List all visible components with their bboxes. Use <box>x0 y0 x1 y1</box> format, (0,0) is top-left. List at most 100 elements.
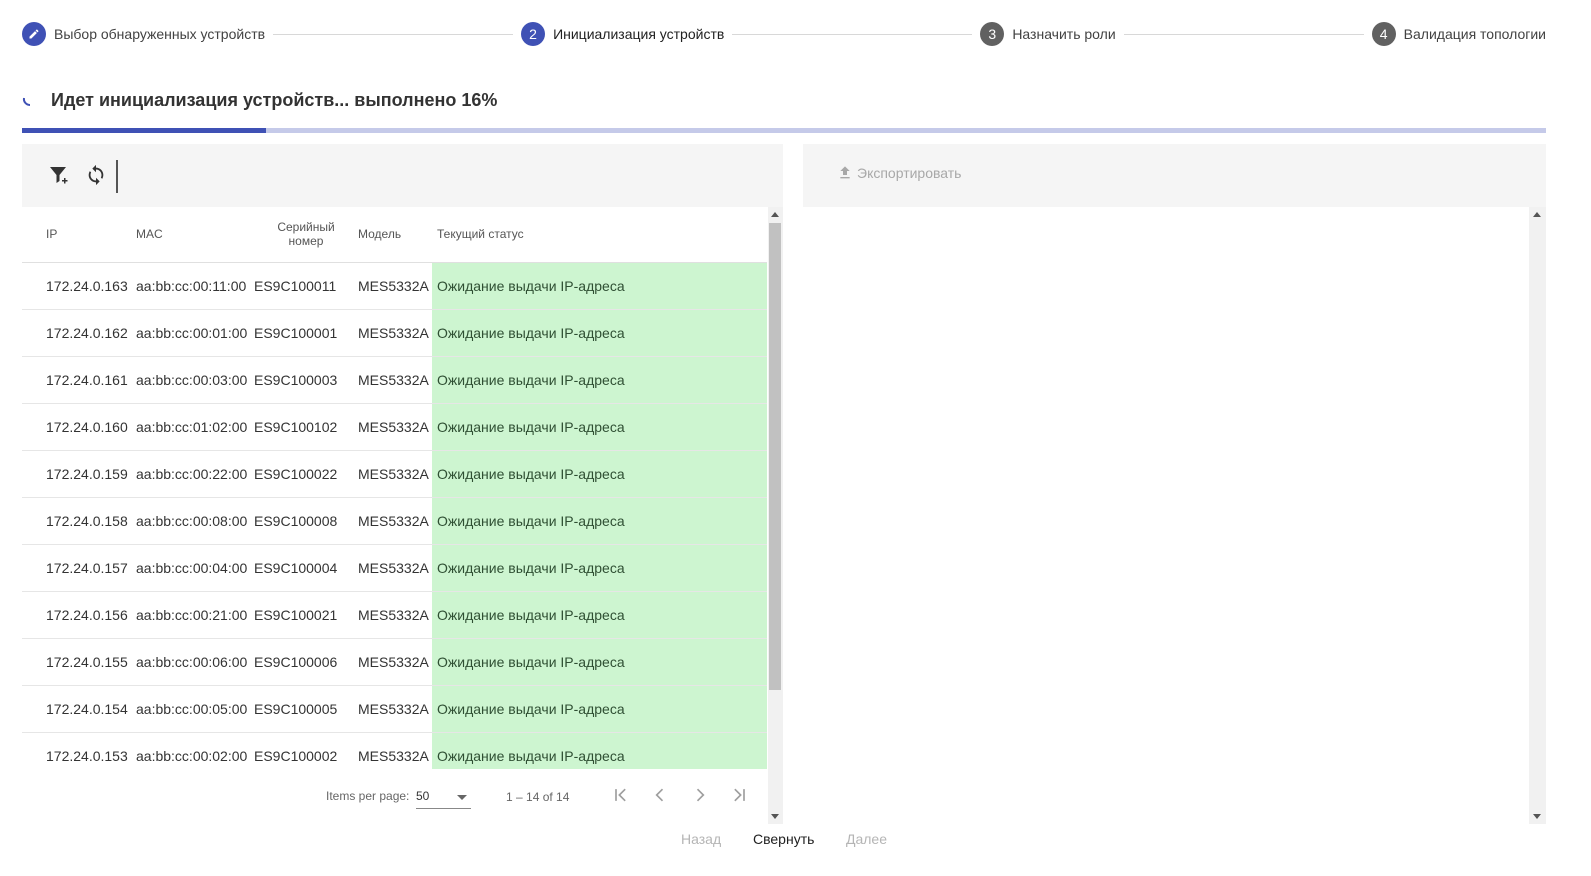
scroll-up-icon[interactable] <box>771 212 779 217</box>
cell-status: Ожидание выдачи IP-адреса <box>432 309 767 357</box>
cell-status: Ожидание выдачи IP-адреса <box>432 685 767 733</box>
scroll-down-icon[interactable] <box>1533 814 1541 819</box>
devices-panel: IP MAC Серийный номер Модель Текущий ста… <box>22 144 783 824</box>
step-4-label: Валидация топологии <box>1403 26 1546 42</box>
step-3[interactable]: 3 Назначить роли <box>980 22 1116 46</box>
progress-fill <box>22 128 266 133</box>
collapse-button[interactable]: Свернуть <box>753 831 814 849</box>
cell-mac: aa:bb:cc:00:11:00 <box>136 262 254 310</box>
cell-model: MES5332A <box>358 638 432 686</box>
upload-icon <box>840 166 850 179</box>
cell-serial: ES9C100011 <box>254 262 358 310</box>
back-button[interactable]: Назад <box>681 831 721 849</box>
table-row[interactable]: 172.24.0.157 aa:bb:cc:00:04:00 ES9C100004 M… <box>22 544 767 592</box>
stepper: Выбор обнаруженных устройств 2 Инициализ… <box>22 21 1546 47</box>
cell-model: MES5332A <box>358 403 432 451</box>
step-2[interactable]: 2 Инициализация устройств <box>521 22 724 46</box>
page-size-select[interactable]: 50 <box>416 783 471 809</box>
column-serial-label: Серийный номер <box>277 220 335 249</box>
devices-table: IP MAC Серийный номер Модель Текущий ста… <box>22 207 767 769</box>
dropdown-arrow-icon <box>457 795 467 800</box>
step-1[interactable]: Выбор обнаруженных устройств <box>22 22 265 46</box>
next-button[interactable]: Далее <box>846 831 887 849</box>
table-row[interactable]: 172.24.0.153 aa:bb:cc:00:02:00 ES9C100002 M… <box>22 732 767 769</box>
page-size-value: 50 <box>416 789 430 803</box>
cell-model: MES5332A <box>358 591 432 639</box>
cell-model: MES5332A <box>358 309 432 357</box>
details-toolbar: Экспортировать <box>803 144 1546 207</box>
step-connector <box>732 33 973 35</box>
cell-model: MES5332A <box>358 450 432 498</box>
scroll-down-icon[interactable] <box>771 814 779 819</box>
cell-ip: 172.24.0.161 <box>22 356 136 404</box>
table-row[interactable]: 172.24.0.159 aa:bb:cc:00:22:00 ES9C100022 M… <box>22 450 767 498</box>
cell-status: Ожидание выдачи IP-адреса <box>432 403 767 451</box>
cell-ip: 172.24.0.160 <box>22 403 136 451</box>
table-row[interactable]: 172.24.0.162 aa:bb:cc:00:01:00 ES9C100001 M… <box>22 309 767 357</box>
table-scrollbar[interactable] <box>768 207 783 824</box>
table-row[interactable]: 172.24.0.158 aa:bb:cc:00:08:00 ES9C100008 M… <box>22 497 767 545</box>
export-button[interactable]: Экспортировать <box>837 165 961 181</box>
cell-serial: ES9C100005 <box>254 685 358 733</box>
next-page-icon[interactable] <box>687 782 713 808</box>
column-mac[interactable]: MAC <box>136 207 254 263</box>
table-row[interactable]: 172.24.0.156 aa:bb:cc:00:21:00 ES9C100021 M… <box>22 591 767 639</box>
step-4[interactable]: 4 Валидация топологии <box>1371 22 1546 46</box>
step-2-number: 2 <box>521 22 546 46</box>
progress-header: Идет инициализация устройств... выполнен… <box>22 88 497 112</box>
cell-serial: ES9C100006 <box>254 638 358 686</box>
step-connector <box>273 33 514 35</box>
cell-status: Ожидание выдачи IP-адреса <box>432 262 767 310</box>
cell-serial: ES9C100004 <box>254 544 358 592</box>
cell-serial: ES9C100001 <box>254 309 358 357</box>
cell-ip: 172.24.0.159 <box>22 450 136 498</box>
step-4-number: 4 <box>1371 22 1396 46</box>
cell-mac: aa:bb:cc:00:02:00 <box>136 732 254 769</box>
cell-serial: ES9C100022 <box>254 450 358 498</box>
cell-status: Ожидание выдачи IP-адреса <box>432 544 767 592</box>
refresh-icon[interactable] <box>83 162 109 188</box>
column-status[interactable]: Текущий статус <box>432 207 767 263</box>
progress-bar <box>22 128 1546 133</box>
cell-ip: 172.24.0.163 <box>22 262 136 310</box>
cell-status: Ожидание выдачи IP-адреса <box>432 732 767 769</box>
table-header-row: IP MAC Серийный номер Модель Текущий ста… <box>22 207 767 263</box>
table-row[interactable]: 172.24.0.163 aa:bb:cc:00:11:00 ES9C100011 M… <box>22 262 767 310</box>
cell-ip: 172.24.0.156 <box>22 591 136 639</box>
cell-model: MES5332A <box>358 685 432 733</box>
cell-model: MES5332A <box>358 497 432 545</box>
cell-status: Ожидание выдачи IP-адреса <box>432 591 767 639</box>
cell-mac: aa:bb:cc:01:02:00 <box>136 403 254 451</box>
cell-status: Ожидание выдачи IP-адреса <box>432 450 767 498</box>
cell-mac: aa:bb:cc:00:01:00 <box>136 309 254 357</box>
cell-model: MES5332A <box>358 544 432 592</box>
cell-status: Ожидание выдачи IP-адреса <box>432 638 767 686</box>
edit-icon <box>22 22 46 46</box>
column-ip[interactable]: IP <box>22 207 136 263</box>
first-page-icon[interactable] <box>608 782 634 808</box>
scroll-up-icon[interactable] <box>1533 212 1541 217</box>
cell-status: Ожидание выдачи IP-адреса <box>432 356 767 404</box>
cell-ip: 172.24.0.155 <box>22 638 136 686</box>
column-model[interactable]: Модель <box>358 207 432 263</box>
last-page-icon[interactable] <box>726 782 752 808</box>
table-row[interactable]: 172.24.0.154 aa:bb:cc:00:05:00 ES9C100005 M… <box>22 685 767 733</box>
prev-page-icon[interactable] <box>647 782 673 808</box>
details-scrollbar[interactable] <box>1529 207 1546 824</box>
items-per-page-label: Items per page: <box>326 789 410 803</box>
cell-ip: 172.24.0.154 <box>22 685 136 733</box>
filter-add-icon[interactable] <box>46 162 72 188</box>
cell-mac: aa:bb:cc:00:03:00 <box>136 356 254 404</box>
table-toolbar <box>22 144 783 207</box>
scrollbar-thumb[interactable] <box>769 223 781 690</box>
step-2-label: Инициализация устройств <box>553 26 725 42</box>
cell-serial: ES9C100102 <box>254 403 358 451</box>
cell-ip: 172.24.0.153 <box>22 732 136 769</box>
export-label: Экспортировать <box>857 165 962 181</box>
progress-title: Идет инициализация устройств... выполнен… <box>51 89 498 110</box>
table-row[interactable]: 172.24.0.155 aa:bb:cc:00:06:00 ES9C100006 M… <box>22 638 767 686</box>
column-serial[interactable]: Серийный номер <box>254 207 358 263</box>
table-row[interactable]: 172.24.0.161 aa:bb:cc:00:03:00 ES9C100003 M… <box>22 356 767 404</box>
table-row[interactable]: 172.24.0.160 aa:bb:cc:01:02:00 ES9C100102 M… <box>22 403 767 451</box>
cell-mac: aa:bb:cc:00:06:00 <box>136 638 254 686</box>
